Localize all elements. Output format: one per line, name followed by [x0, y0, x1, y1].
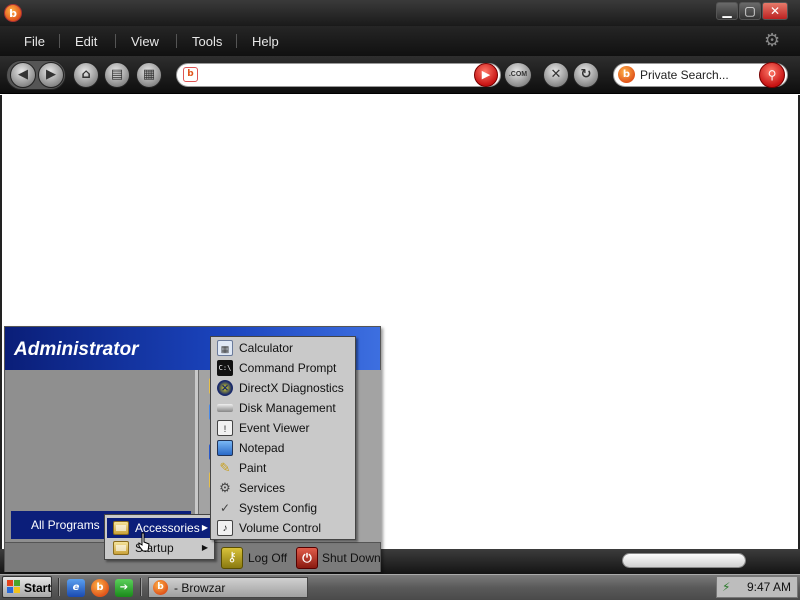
shut-down-power-icon[interactable]: ⏻ — [296, 547, 318, 569]
directx-icon: ✕ — [217, 380, 233, 396]
menu-item-label: Event Viewer — [239, 421, 310, 435]
home-button[interactable]: ⌂ — [73, 62, 99, 88]
menu-item-label: Notepad — [239, 441, 285, 455]
menu-item-label: Calculator — [239, 341, 294, 355]
menu-separator — [176, 34, 177, 48]
menu-file[interactable]: File — [24, 34, 45, 49]
stop-button[interactable]: ✕ — [543, 62, 569, 88]
command-prompt-icon: C:\ — [217, 360, 233, 376]
menu-item-volume-control[interactable]: ♪ Volume Control — [213, 518, 353, 538]
page-options-button[interactable]: ▦ — [136, 62, 162, 88]
mouse-cursor-icon — [138, 532, 150, 552]
notepad-icon — [217, 440, 233, 456]
menu-item-paint[interactable]: ✎ Paint — [213, 458, 353, 478]
menu-item-label: Disk Management — [239, 401, 336, 415]
clock[interactable]: 9:47 AM — [747, 580, 791, 594]
log-off-key-icon[interactable]: ⚷ — [221, 547, 243, 569]
accessories-submenu: ▦ Calculator C:\ Command Prompt ✕ Direct… — [210, 336, 356, 540]
close-button[interactable]: ✕ — [762, 2, 788, 20]
all-programs-label: All Programs — [31, 518, 100, 532]
back-button[interactable]: ◀ — [10, 62, 36, 88]
taskbar-button-label: - Browzar — [174, 581, 226, 595]
settings-gear-icon[interactable]: ⚙ — [764, 32, 782, 50]
menu-item-system-config[interactable]: ✓ System Config — [213, 498, 353, 518]
network-tray-icon[interactable]: ⚡ — [722, 580, 736, 594]
menu-item-notepad[interactable]: Notepad — [213, 438, 353, 458]
browzar-logo-icon: b — [153, 580, 168, 595]
folder-icon — [113, 541, 129, 555]
services-gear-icon: ⚙ — [219, 480, 231, 495]
system-config-icon: ✓ — [219, 501, 231, 515]
system-tray: ⚡ 9:47 AM — [716, 576, 798, 598]
event-viewer-icon: ! — [217, 420, 233, 436]
go-button[interactable]: ▶ — [474, 63, 498, 87]
taskbar-separator — [58, 578, 60, 596]
menu-item-label: System Config — [239, 501, 318, 515]
menu-tools[interactable]: Tools — [192, 34, 222, 49]
menu-item-event-viewer[interactable]: ! Event Viewer — [213, 418, 353, 438]
taskbar-separator — [140, 578, 142, 596]
menu-separator — [236, 34, 237, 48]
minimize-button[interactable]: ▁ — [716, 2, 738, 20]
menu-separator — [115, 34, 116, 48]
submenu-item-startup[interactable]: Startup ▶ — [107, 538, 212, 558]
browzar-logo-icon[interactable]: b — [4, 4, 22, 22]
maximize-button[interactable]: ▢ — [739, 2, 761, 20]
shut-down-button[interactable]: Shut Down — [322, 551, 381, 565]
menu-item-calculator[interactable]: ▦ Calculator — [213, 338, 353, 358]
user-name: Administrator — [14, 339, 139, 360]
volume-icon: ♪ — [217, 520, 233, 536]
address-input[interactable] — [202, 66, 472, 84]
taskbar-button-browzar[interactable]: b - Browzar — [148, 577, 308, 598]
status-progress-fill — [623, 554, 745, 567]
search-button[interactable]: ⚲ — [759, 62, 785, 88]
chevron-right-icon: ▶ — [201, 523, 208, 532]
menu-item-disk-management[interactable]: Disk Management — [213, 398, 353, 418]
menu-item-label: DirectX Diagnostics — [239, 381, 344, 395]
menu-view[interactable]: View — [131, 34, 159, 49]
print-button[interactable]: ▤ — [104, 62, 130, 88]
submenu-item-accessories[interactable]: Accessories ▶ — [107, 518, 212, 538]
screen: b ▁ ▢ ✕ File Edit View Tools Help ⚙ ◀ ▶ … — [0, 0, 800, 600]
search-engine-logo-icon: b — [618, 66, 635, 83]
chevron-right-icon: ▶ — [201, 543, 208, 552]
quicklaunch-ie-icon[interactable]: e — [67, 579, 85, 597]
browser-titlebar[interactable]: b ▁ ▢ ✕ — [0, 0, 800, 26]
disk-icon — [217, 404, 233, 412]
programs-submenu: Accessories ▶ Startup ▶ — [104, 514, 215, 560]
calculator-icon: ▦ — [217, 340, 233, 356]
start-button[interactable]: Start — [2, 576, 52, 598]
menu-item-label: Paint — [239, 461, 267, 475]
menu-item-label: Command Prompt — [239, 361, 337, 375]
paint-icon: ✎ — [219, 460, 231, 475]
log-off-button[interactable]: Log Off — [248, 551, 287, 565]
menu-item-directx-diagnostics[interactable]: ✕ DirectX Diagnostics — [213, 378, 353, 398]
status-progress-bar — [622, 553, 746, 568]
folder-icon — [113, 521, 129, 535]
menu-item-label: Services — [239, 481, 286, 495]
menu-separator — [59, 34, 60, 48]
menu-item-services[interactable]: ⚙ Services — [213, 478, 353, 498]
windows-logo-icon — [7, 580, 20, 593]
menu-edit[interactable]: Edit — [75, 34, 97, 49]
menu-item-command-prompt[interactable]: C:\ Command Prompt — [213, 358, 353, 378]
menu-help[interactable]: Help — [252, 34, 279, 49]
dotcom-button[interactable]: .COM — [504, 62, 532, 88]
page-favicon-icon: b — [183, 67, 198, 82]
menubar: File Edit View Tools Help — [0, 26, 800, 56]
start-label: Start — [24, 581, 52, 595]
quicklaunch-run-icon[interactable]: ➔ — [115, 579, 133, 597]
menu-item-label: Volume Control — [239, 521, 322, 535]
search-input[interactable] — [640, 66, 755, 84]
forward-button[interactable]: ▶ — [38, 62, 64, 88]
refresh-button[interactable]: ↻ — [573, 62, 599, 88]
quicklaunch-browzar-icon[interactable]: b — [91, 579, 109, 597]
